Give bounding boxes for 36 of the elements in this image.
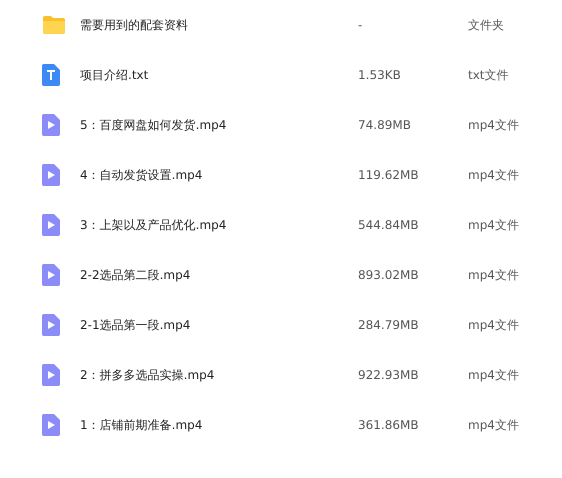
file-name[interactable]: 项目介绍.txt xyxy=(80,66,358,84)
video-file-icon xyxy=(42,364,60,386)
file-size: 284.79MB xyxy=(358,318,420,332)
file-name[interactable]: 2-1选品第一段.mp4 xyxy=(80,316,358,334)
file-size: 119.62MB xyxy=(358,168,420,182)
file-type: mp4文件 xyxy=(468,266,519,284)
video-file-icon xyxy=(42,164,60,186)
file-type: mp4文件 xyxy=(468,366,519,384)
file-name[interactable]: 5：百度网盘如何发货.mp4 xyxy=(80,116,358,134)
video-file-icon xyxy=(42,414,60,436)
file-size: 74.89MB xyxy=(358,118,412,132)
file-name[interactable]: 2-2选品第二段.mp4 xyxy=(80,266,358,284)
file-size: - xyxy=(358,18,364,32)
folder-icon xyxy=(42,15,66,35)
file-type: txt文件 xyxy=(468,66,509,84)
file-name[interactable]: 1：店铺前期准备.mp4 xyxy=(80,416,358,434)
file-type: mp4文件 xyxy=(468,316,519,334)
file-size: 544.84MB xyxy=(358,218,420,232)
file-type: mp4文件 xyxy=(468,416,519,434)
file-size: 361.86MB xyxy=(358,418,420,432)
file-name[interactable]: 需要用到的配套资料 xyxy=(80,16,358,34)
file-size: 1.53KB xyxy=(358,68,402,82)
video-file-icon xyxy=(42,264,60,286)
file-name[interactable]: 2：拼多多选品实操.mp4 xyxy=(80,366,358,384)
file-name[interactable]: 4：自动发货设置.mp4 xyxy=(80,166,358,184)
file-type: mp4文件 xyxy=(468,166,519,184)
video-file-icon xyxy=(42,314,60,336)
file-type: 文件夹 xyxy=(468,16,504,34)
text-file-icon xyxy=(42,64,60,86)
file-type: mp4文件 xyxy=(468,116,519,134)
video-file-icon xyxy=(42,214,60,236)
file-name[interactable]: 3：上架以及产品优化.mp4 xyxy=(80,216,358,234)
file-size: 893.02MB xyxy=(358,268,420,282)
file-size: 922.93MB xyxy=(358,368,420,382)
video-file-icon xyxy=(42,114,60,136)
file-type: mp4文件 xyxy=(468,216,519,234)
